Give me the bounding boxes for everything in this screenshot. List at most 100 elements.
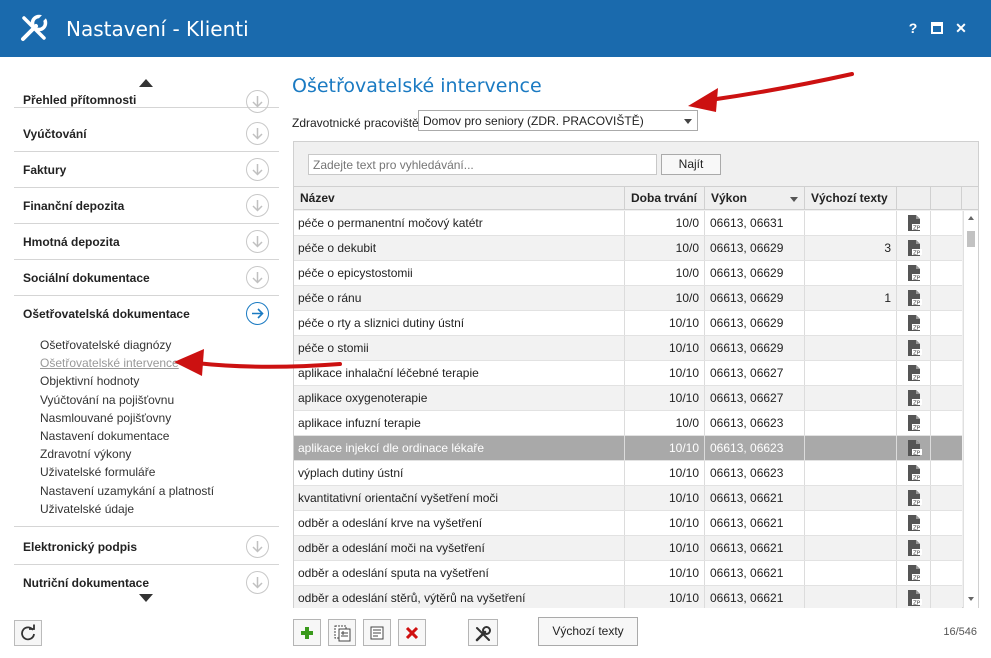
subitem-user-data[interactable]: Uživatelské údaje [40, 500, 214, 518]
table-row[interactable]: aplikace injekcí dle ordinace lékaře 10/1… [294, 436, 962, 461]
cell-document[interactable]: ZP [897, 586, 931, 608]
workplace-select[interactable]: Domov pro seniory (ZDR. PRACOVIŠTĚ) [418, 110, 698, 131]
sidebar-item-label: Ošetřovatelská dokumentace [23, 307, 190, 321]
sidebar-item-social-documentation[interactable]: Sociální dokumentace [14, 260, 279, 296]
cell-document[interactable]: ZP [897, 386, 931, 410]
close-button[interactable]: ✕ [952, 18, 970, 38]
cell-default-texts [805, 561, 897, 585]
cell-document[interactable]: ZP [897, 311, 931, 335]
title-bar: Nastavení - Klienti ? ✕ [0, 0, 991, 57]
cell-document[interactable]: ZP [897, 561, 931, 585]
copy-icon [334, 625, 351, 642]
sidebar-item-material-deposits[interactable]: Hmotná depozita [14, 224, 279, 260]
table-row[interactable]: péče o dekubit 10/0 06613, 06629 3 ZP [294, 236, 962, 261]
column-header-procedure-label: Výkon [711, 191, 748, 205]
cell-empty [931, 336, 962, 360]
cell-document[interactable]: ZP [897, 286, 931, 310]
add-button[interactable] [293, 619, 321, 646]
cell-default-texts: 3 [805, 236, 897, 260]
scrollbar-thumb[interactable] [967, 231, 975, 247]
subitem-nursing-diagnoses[interactable]: Ošetřovatelské diagnózy [40, 336, 214, 354]
subitem-objective-values[interactable]: Objektivní hodnoty [40, 372, 214, 390]
cell-name: kvantitativní orientační vyšetření moči [294, 486, 625, 510]
table-scrollbar[interactable] [963, 211, 978, 608]
table-row[interactable]: péče o rty a sliznici dutiny ústní 10/10 0… [294, 311, 962, 336]
annotation-arrow-workplace [688, 72, 854, 112]
table-row[interactable]: péče o permanentní močový katétr 10/0 0661… [294, 211, 962, 236]
sidebar-item-nursing-documentation[interactable]: Ošetřovatelská dokumentace [14, 296, 279, 332]
cell-default-texts [805, 336, 897, 360]
subitem-contracted-insurers[interactable]: Nasmlouvané pojišťovny [40, 409, 214, 427]
zip-document-icon: ZP [908, 440, 922, 457]
cell-default-texts [805, 486, 897, 510]
sidebar-item-billing[interactable]: Vyúčtování [14, 116, 279, 152]
table-row[interactable]: péče o epicystostomii 10/0 06613, 06629 ZP [294, 261, 962, 286]
cell-default-texts [805, 436, 897, 460]
subitem-health-procedures[interactable]: Zdravotní výkony [40, 445, 214, 463]
cell-empty [931, 586, 962, 608]
delete-button[interactable] [398, 619, 426, 646]
refresh-button[interactable] [14, 620, 42, 646]
table-row[interactable]: aplikace infuzní terapie 10/0 06613, 06623… [294, 411, 962, 436]
cell-document[interactable]: ZP [897, 211, 931, 235]
copy-button[interactable] [328, 619, 356, 646]
chevron-down-icon [684, 119, 692, 124]
maximize-button[interactable] [928, 18, 946, 38]
column-header-procedure[interactable]: Výkon [705, 187, 805, 210]
table-row[interactable]: odběr a odeslání stěrů, výtěrů na vyšetř… [294, 586, 962, 608]
sidebar-item-financial-deposits[interactable]: Finanční depozita [14, 188, 279, 224]
cell-document[interactable]: ZP [897, 236, 931, 260]
column-header-name[interactable]: Název [294, 187, 625, 210]
cell-default-texts [805, 261, 897, 285]
table-row[interactable]: výplach dutiny ústní 10/10 06613, 06623 ZP [294, 461, 962, 486]
subitem-nursing-interventions[interactable]: Ošetřovatelské intervence [40, 354, 214, 372]
column-header-duration[interactable]: Doba trvání [625, 187, 705, 210]
cell-document[interactable]: ZP [897, 536, 931, 560]
doc-icon-label: ZP [913, 451, 921, 457]
edit-button[interactable] [363, 619, 391, 646]
search-input[interactable] [308, 154, 657, 175]
scroll-up-icon[interactable] [968, 216, 974, 220]
cell-empty [931, 386, 962, 410]
default-texts-button[interactable]: Výchozí texty [538, 617, 638, 646]
sidebar-item-electronic-signature[interactable]: Elektronický podpis [14, 529, 279, 565]
cell-duration: 10/10 [625, 361, 705, 385]
table-body: péče o permanentní močový katétr 10/0 0661… [294, 211, 962, 608]
table-row[interactable]: péče o stomii 10/10 06613, 06629 ZP [294, 336, 962, 361]
table-row[interactable]: aplikace inhalační léčebné terapie 10/10 0… [294, 361, 962, 386]
cell-document[interactable]: ZP [897, 486, 931, 510]
cell-document[interactable]: ZP [897, 436, 931, 460]
sidebar-item-presence[interactable]: Přehled přítomnosti [14, 80, 279, 113]
subitem-user-forms[interactable]: Uživatelské formuláře [40, 463, 214, 481]
cell-document[interactable]: ZP [897, 361, 931, 385]
subitem-insurance-billing[interactable]: Vyúčtování na pojišťovnu [40, 391, 214, 409]
record-counter: 16/546 [943, 626, 977, 638]
tools-button[interactable] [468, 619, 498, 646]
cell-name: péče o stomii [294, 336, 625, 360]
table-row[interactable]: kvantitativní orientační vyšetření moči 1… [294, 486, 962, 511]
scroll-down-icon[interactable] [968, 597, 974, 601]
table-row[interactable]: odběr a odeslání sputa na vyšetření 10/10… [294, 561, 962, 586]
cell-empty [931, 486, 962, 510]
cell-document[interactable]: ZP [897, 261, 931, 285]
table-row[interactable]: aplikace oxygenoterapie 10/10 06613, 06627… [294, 386, 962, 411]
table-row[interactable]: odběr a odeslání krve na vyšetření 10/10 0… [294, 511, 962, 536]
subitem-locking-validity-settings[interactable]: Nastavení uzamykání a platností [40, 482, 214, 500]
cell-document[interactable]: ZP [897, 411, 931, 435]
sidebar-item-label: Sociální dokumentace [23, 271, 150, 285]
table-row[interactable]: odběr a odeslání moči na vyšetření 10/10 0… [294, 536, 962, 561]
doc-icon-label: ZP [913, 376, 921, 382]
sidebar-item-label: Vyúčtování [23, 127, 87, 141]
column-header-default-texts[interactable]: Výchozí texty [805, 187, 897, 210]
cell-duration: 10/10 [625, 436, 705, 460]
sidebar-scroll-down-icon[interactable] [139, 594, 153, 602]
cell-name: odběr a odeslání krve na vyšetření [294, 511, 625, 535]
sidebar-item-invoices[interactable]: Faktury [14, 152, 279, 188]
cell-document[interactable]: ZP [897, 511, 931, 535]
subitem-documentation-settings[interactable]: Nastavení dokumentace [40, 427, 214, 445]
cell-document[interactable]: ZP [897, 336, 931, 360]
table-row[interactable]: péče o ránu 10/0 06613, 06629 1 ZP [294, 286, 962, 311]
search-button[interactable]: Najít [661, 154, 721, 175]
help-button[interactable]: ? [904, 18, 922, 38]
cell-document[interactable]: ZP [897, 461, 931, 485]
